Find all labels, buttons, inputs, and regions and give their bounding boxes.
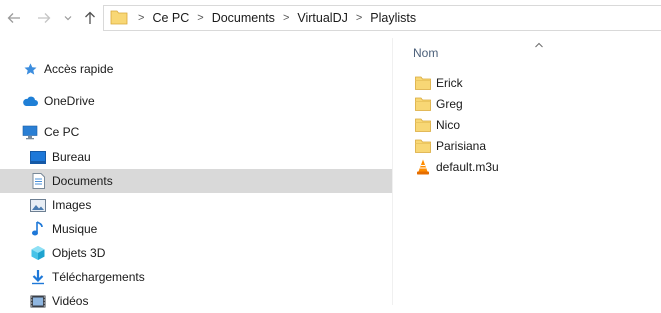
chevron-right-icon: > (355, 12, 363, 24)
breadcrumb-item[interactable]: > VirtualDJ (275, 11, 348, 25)
list-item[interactable]: Nico (415, 114, 460, 135)
cube-icon (30, 245, 46, 261)
document-icon (30, 173, 46, 189)
star-icon (22, 61, 38, 77)
navigation-bar: > Ce PC > Documents > VirtualDJ > Playli… (0, 0, 661, 38)
folder-icon (415, 138, 431, 154)
sidebar-item-this-pc[interactable]: Ce PC (0, 120, 392, 144)
breadcrumb-item[interactable]: > Playlists (348, 11, 416, 25)
sidebar-item-videos[interactable]: Vidéos (0, 289, 392, 313)
download-icon (30, 269, 46, 285)
sidebar-item-downloads[interactable]: Téléchargements (0, 265, 392, 289)
list-item[interactable]: Greg (415, 93, 463, 114)
up-button[interactable] (80, 8, 100, 28)
video-icon (30, 293, 46, 309)
navigation-pane: Accès rapide OneDrive Ce PC Bureau Docum… (0, 38, 392, 308)
list-item[interactable]: Parisiana (415, 135, 486, 156)
vlc-icon (415, 159, 431, 175)
chevron-right-icon: > (138, 12, 145, 24)
breadcrumb-item[interactable]: > Ce PC (134, 11, 189, 25)
sort-ascending-icon (534, 38, 544, 52)
back-button[interactable] (4, 8, 24, 28)
sidebar-item-images[interactable]: Images (0, 193, 392, 217)
image-icon (30, 197, 46, 213)
list-item[interactable]: default.m3u (415, 156, 499, 177)
recent-locations-button[interactable] (58, 8, 78, 28)
arrow-right-icon (38, 13, 51, 23)
computer-icon (22, 124, 38, 140)
sidebar-item-onedrive[interactable]: OneDrive (0, 89, 392, 113)
folder-icon (415, 75, 431, 91)
sidebar-item-documents[interactable]: Documents (0, 169, 392, 193)
file-list: Nom Erick Greg Nico Parisiana default.m3… (393, 38, 661, 305)
address-bar[interactable]: > Ce PC > Documents > VirtualDJ > Playli… (103, 5, 661, 31)
cloud-icon (22, 93, 38, 109)
list-item[interactable]: Erick (415, 72, 463, 93)
breadcrumb-item[interactable]: > Documents (189, 11, 275, 25)
sidebar-item-quick-access[interactable]: Accès rapide (0, 57, 392, 81)
chevron-right-icon: > (282, 12, 290, 24)
forward-button[interactable] (34, 8, 54, 28)
chevron-down-icon (64, 16, 72, 21)
folder-icon (415, 96, 431, 112)
sidebar-item-music[interactable]: Musique (0, 217, 392, 241)
arrow-left-icon (7, 13, 20, 23)
sidebar-item-3d-objects[interactable]: Objets 3D (0, 241, 392, 265)
arrow-up-icon (85, 11, 95, 24)
chevron-right-icon: > (197, 12, 204, 24)
folder-icon (110, 9, 128, 28)
music-icon (30, 221, 46, 237)
desktop-icon (30, 149, 46, 165)
column-header-name[interactable]: Nom (413, 46, 438, 60)
folder-icon (415, 117, 431, 133)
sidebar-item-desktop[interactable]: Bureau (0, 145, 392, 169)
